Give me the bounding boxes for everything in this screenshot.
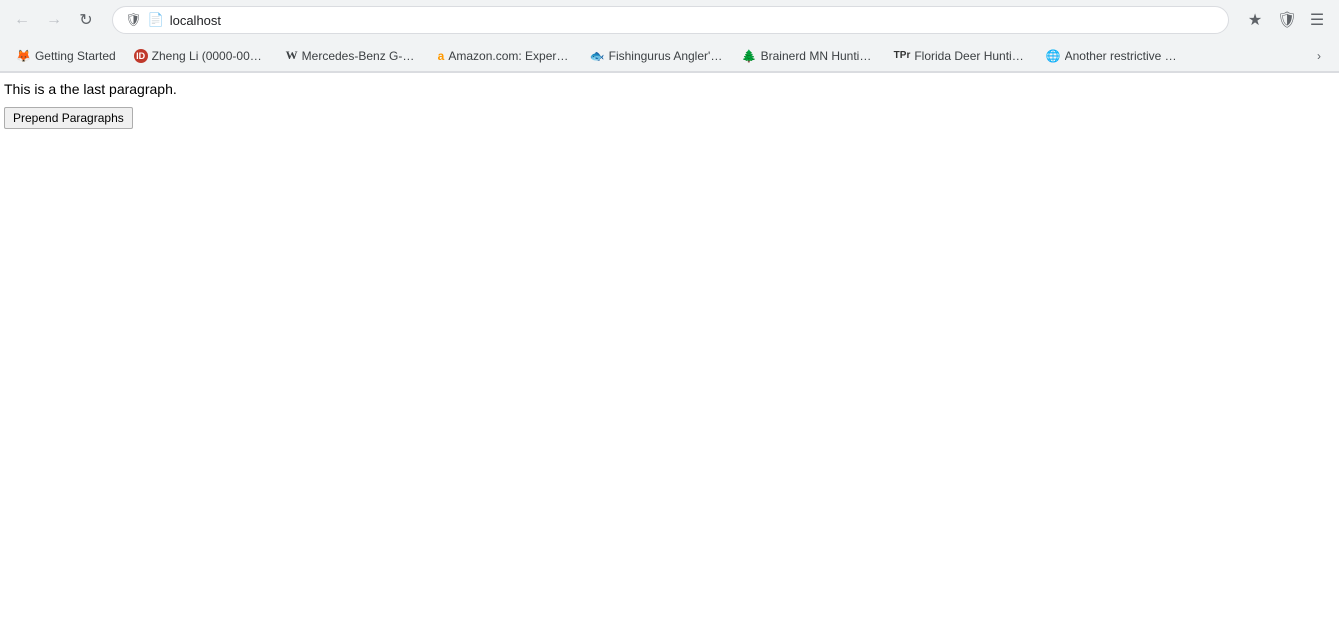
bookmark-florida-deer[interactable]: TPr Florida Deer Hunting S...	[886, 46, 1036, 66]
browser-chrome: ← → ↻ 🛡 📄 ★ 🛡 ☰ 🦊 Getting Started ID Zhe…	[0, 0, 1339, 73]
bookmarks-overflow-button[interactable]: ›	[1307, 44, 1331, 68]
bookmark-favicon-mercedes: W	[286, 48, 298, 63]
bookmark-favicon-getting-started: 🦊	[16, 49, 31, 63]
bookmark-favicon-fishingurus: 🐟	[590, 49, 605, 63]
bookmark-label-mercedes: Mercedes-Benz G-Clas...	[302, 49, 420, 63]
bookmark-amazon[interactable]: a Amazon.com: ExpertP...	[430, 46, 580, 66]
last-paragraph: This is a the last paragraph.	[4, 81, 1335, 97]
bookmark-getting-started[interactable]: 🦊 Getting Started	[8, 46, 124, 66]
bookmark-favicon-brainerd: 🌲	[742, 49, 757, 63]
shield-icon: 🛡	[125, 12, 142, 28]
firefox-account-button[interactable]: 🛡	[1273, 6, 1301, 34]
bookmarks-bar: 🦊 Getting Started ID Zheng Li (0000-0002…	[0, 40, 1339, 72]
toolbar-right: 🛡 ☰	[1273, 6, 1331, 34]
bookmark-label-another-restrictive: Another restrictive dee...	[1065, 49, 1180, 63]
reload-button[interactable]: ↻	[72, 6, 100, 34]
page-icon: 📄	[148, 12, 164, 28]
bookmark-label-florida-deer: Florida Deer Hunting S...	[914, 49, 1027, 63]
bookmark-zheng-li[interactable]: ID Zheng Li (0000-0002-3...	[126, 46, 276, 66]
page-content: This is a the last paragraph. Prepend Pa…	[0, 73, 1339, 137]
bookmark-label-zheng-li: Zheng Li (0000-0002-3...	[152, 49, 268, 63]
prepend-paragraphs-button[interactable]: Prepend Paragraphs	[4, 107, 133, 129]
top-bar: ← → ↻ 🛡 📄 ★ 🛡 ☰	[0, 0, 1339, 40]
bookmark-favicon-zheng-li: ID	[134, 49, 148, 63]
bookmark-favicon-florida-deer: TPr	[894, 50, 911, 61]
menu-button[interactable]: ☰	[1303, 6, 1331, 34]
bookmark-fishingurus[interactable]: 🐟 Fishingurus Angler's I...	[582, 46, 732, 66]
forward-button[interactable]: →	[40, 6, 68, 34]
back-button[interactable]: ←	[8, 6, 36, 34]
bookmark-label-fishingurus: Fishingurus Angler's I...	[609, 49, 724, 63]
bookmark-label-getting-started: Getting Started	[35, 49, 116, 63]
bookmark-another-restrictive[interactable]: 🌐 Another restrictive dee...	[1038, 46, 1188, 66]
address-bar-container: 🛡 📄	[112, 6, 1229, 34]
bookmark-label-amazon: Amazon.com: ExpertP...	[448, 49, 571, 63]
bookmark-brainerd[interactable]: 🌲 Brainerd MN Hunting ...	[734, 46, 884, 66]
address-input[interactable]	[170, 13, 1216, 28]
bookmark-label-brainerd: Brainerd MN Hunting ...	[761, 49, 876, 63]
bookmark-favicon-amazon: a	[438, 49, 445, 63]
bookmark-star-button[interactable]: ★	[1241, 6, 1269, 34]
bookmark-favicon-another-restrictive: 🌐	[1046, 49, 1061, 63]
bookmark-mercedes[interactable]: W Mercedes-Benz G-Clas...	[278, 45, 428, 66]
